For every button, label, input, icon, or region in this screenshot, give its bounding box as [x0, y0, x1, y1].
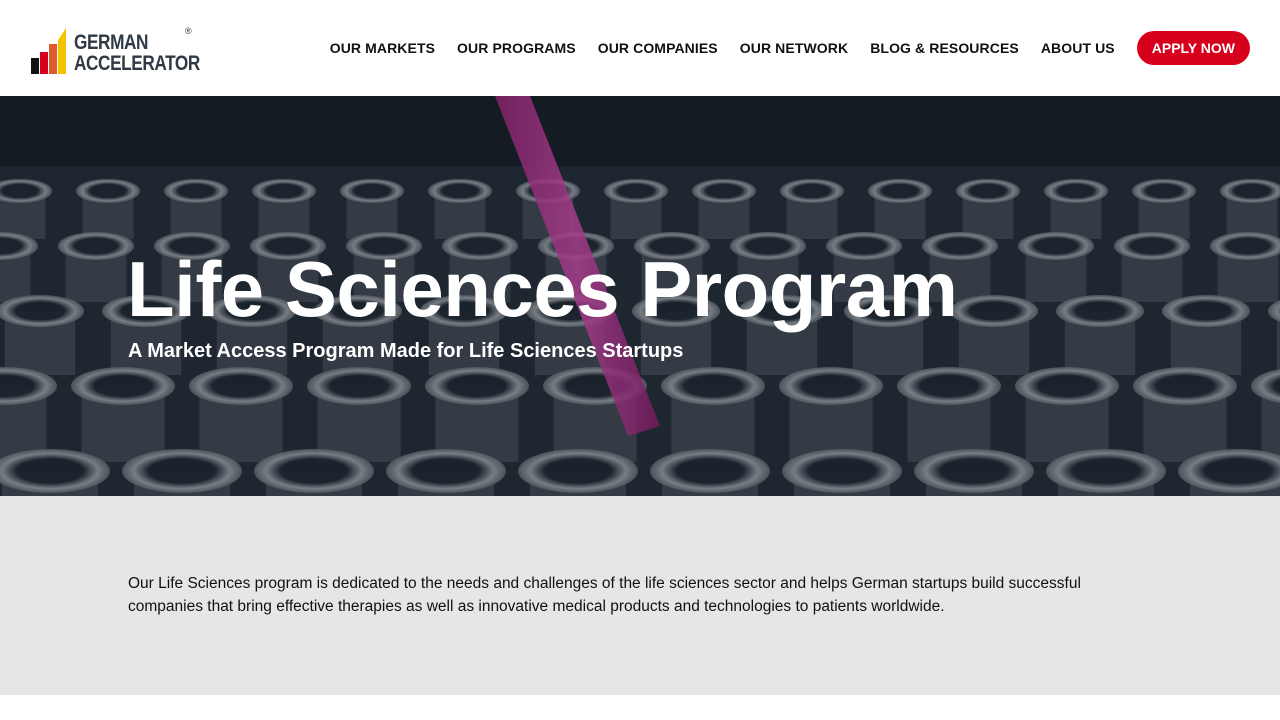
main-nav: OUR MARKETS OUR PROGRAMS OUR COMPANIES O…	[308, 0, 1250, 96]
logo-line-1: GERMAN	[74, 31, 149, 54]
nav-our-companies[interactable]: OUR COMPANIES	[598, 40, 718, 56]
nav-our-programs[interactable]: OUR PROGRAMS	[457, 40, 576, 56]
hero-banner: Life Sciences Program A Market Access Pr…	[0, 96, 1280, 496]
nav-about-us[interactable]: ABOUT US	[1041, 40, 1115, 56]
logo-line-2: ACCELERATOR	[74, 52, 200, 75]
registered-mark: ®	[185, 26, 192, 36]
nav-our-network[interactable]: OUR NETWORK	[740, 40, 848, 56]
intro-section: Our Life Sciences program is dedicated t…	[0, 496, 1280, 695]
logo-bars-icon	[30, 26, 70, 74]
logo-wordmark: GERMAN ACCELERATOR	[74, 32, 228, 74]
apply-now-button[interactable]: APPLY NOW	[1136, 31, 1250, 65]
page-subtitle: A Market Access Program Made for Life Sc…	[128, 340, 684, 362]
nav-our-markets[interactable]: OUR MARKETS	[330, 40, 435, 56]
intro-paragraph: Our Life Sciences program is dedicated t…	[128, 575, 1081, 615]
site-header: GERMAN ACCELERATOR ® OUR MARKETS OUR PRO…	[0, 0, 1280, 96]
nav-blog-resources[interactable]: BLOG & RESOURCES	[870, 40, 1019, 56]
german-accelerator-logo[interactable]: GERMAN ACCELERATOR	[30, 24, 200, 74]
page-title: Life Sciences Program	[127, 245, 958, 333]
